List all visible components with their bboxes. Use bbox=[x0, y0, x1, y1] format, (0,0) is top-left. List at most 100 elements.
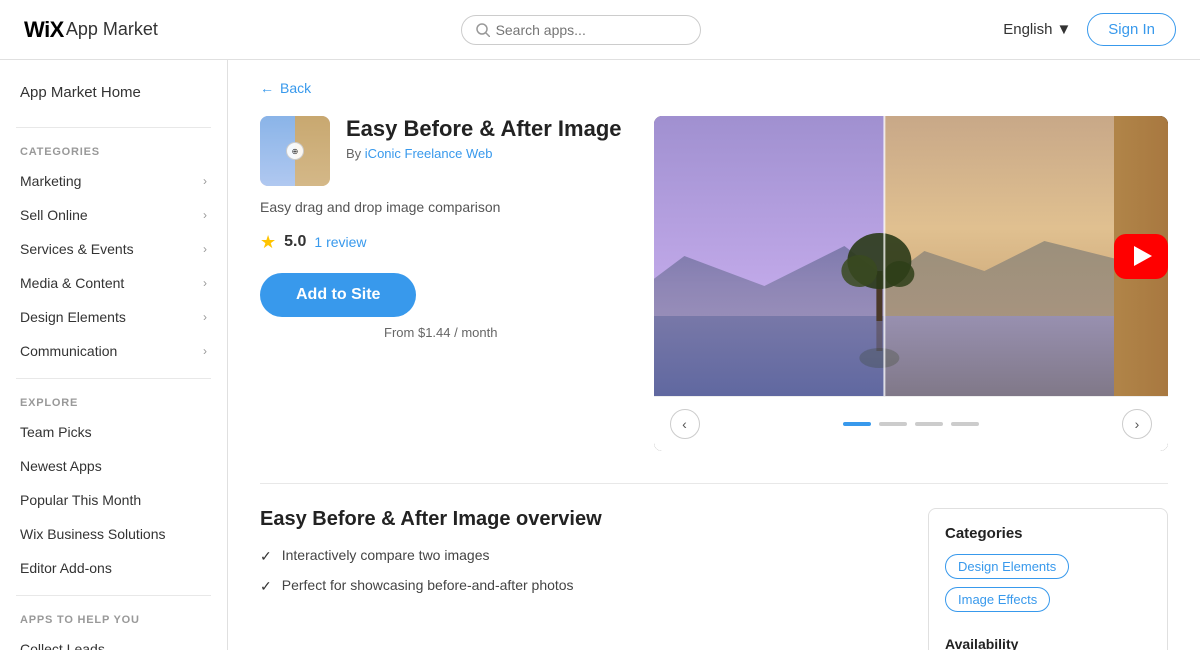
app-description: Easy drag and drop image comparison bbox=[260, 198, 622, 218]
sign-in-button[interactable]: Sign In bbox=[1087, 13, 1176, 46]
video-container: Easy Before & After Image ⋮ bbox=[654, 116, 1168, 451]
feature-text-1: Interactively compare two images bbox=[282, 547, 490, 563]
overview-right: Categories Design Elements Image Effects… bbox=[928, 508, 1168, 650]
add-to-site-button[interactable]: Add to Site bbox=[260, 273, 416, 317]
video-section: Easy Before & After Image ⋮ bbox=[654, 116, 1168, 451]
sidebar-item-label: Collect Leads bbox=[20, 641, 105, 650]
sidebar-item-services-events[interactable]: Services & Events › bbox=[0, 232, 227, 266]
sidebar-item-marketing[interactable]: Marketing › bbox=[0, 164, 227, 198]
sidebar-item-label: Marketing bbox=[20, 173, 81, 189]
overview-title: Easy Before & After Image overview bbox=[260, 508, 896, 531]
app-icon: ⊕ bbox=[260, 116, 330, 186]
developer-link[interactable]: iConic Freelance Web bbox=[365, 146, 493, 161]
sidebar-item-label: Editor Add-ons bbox=[20, 560, 112, 576]
search-icon bbox=[476, 23, 490, 37]
video-thumbnail bbox=[654, 116, 1168, 396]
header: WiX App Market English ▼ Sign In bbox=[0, 0, 1200, 60]
carousel-dots bbox=[843, 422, 979, 426]
sidebar-item-design-elements[interactable]: Design Elements › bbox=[0, 300, 227, 334]
sidebar-item-team-picks[interactable]: Team Picks bbox=[0, 415, 227, 449]
app-by: By iConic Freelance Web bbox=[346, 146, 622, 161]
categories-section-title: CATEGORIES bbox=[0, 138, 227, 164]
carousel-next-button[interactable]: › bbox=[1122, 409, 1152, 439]
availability-title: Availability bbox=[945, 636, 1151, 650]
sidebar-item-label: Popular This Month bbox=[20, 492, 141, 508]
chevron-right-icon: › bbox=[203, 174, 207, 188]
app-title-row: ⊕ Easy Before & After Image By iConic Fr… bbox=[260, 116, 622, 186]
play-button[interactable] bbox=[1114, 234, 1168, 279]
categories-box-title: Categories bbox=[945, 525, 1151, 542]
sidebar-item-editor-addons[interactable]: Editor Add-ons bbox=[0, 551, 227, 585]
carousel-prev-button[interactable]: ‹ bbox=[670, 409, 700, 439]
main-layout: App Market Home CATEGORIES Marketing › S… bbox=[0, 60, 1200, 650]
overview-section: Easy Before & After Image overview ✓ Int… bbox=[260, 508, 1168, 650]
explore-section-title: EXPLORE bbox=[0, 389, 227, 415]
check-icon-1: ✓ bbox=[260, 548, 272, 565]
sidebar-item-media-content[interactable]: Media & Content › bbox=[0, 266, 227, 300]
section-divider bbox=[260, 483, 1168, 484]
sidebar-item-popular-this-month[interactable]: Popular This Month bbox=[0, 483, 227, 517]
main-content: ← Back ⊕ Easy Bef bbox=[228, 60, 1200, 650]
sidebar-item-label: Newest Apps bbox=[20, 458, 102, 474]
sidebar-item-wix-business-solutions[interactable]: Wix Business Solutions bbox=[0, 517, 227, 551]
back-label: Back bbox=[280, 80, 311, 96]
language-label: English bbox=[1003, 21, 1052, 38]
price-label: From $1.44 / month bbox=[260, 325, 622, 340]
app-icon-circle: ⊕ bbox=[286, 142, 304, 160]
sidebar-home[interactable]: App Market Home bbox=[0, 76, 227, 117]
sidebar-item-label: Team Picks bbox=[20, 424, 92, 440]
search-input[interactable] bbox=[496, 22, 686, 38]
chevron-right-icon: › bbox=[203, 208, 207, 222]
sidebar-item-newest-apps[interactable]: Newest Apps bbox=[0, 449, 227, 483]
feature-item-2: ✓ Perfect for showcasing before-and-afte… bbox=[260, 577, 896, 595]
app-name-dev: Easy Before & After Image By iConic Free… bbox=[346, 116, 622, 169]
sidebar-divider-3 bbox=[16, 595, 211, 596]
sidebar-item-label: Sell Online bbox=[20, 207, 88, 223]
sidebar-item-sell-online[interactable]: Sell Online › bbox=[0, 198, 227, 232]
chevron-right-icon: › bbox=[203, 242, 207, 256]
app-name: Easy Before & After Image bbox=[346, 116, 622, 142]
carousel-dot-2[interactable] bbox=[879, 422, 907, 426]
feature-item-1: ✓ Interactively compare two images bbox=[260, 547, 896, 565]
feature-text-2: Perfect for showcasing before-and-after … bbox=[282, 577, 574, 593]
logo-wix: WiX bbox=[24, 17, 64, 43]
sidebar-item-label: Design Elements bbox=[20, 309, 126, 325]
rating-number: 5.0 bbox=[284, 233, 306, 251]
review-link[interactable]: 1 review bbox=[314, 234, 366, 250]
carousel-dot-1[interactable] bbox=[843, 422, 871, 426]
sidebar: App Market Home CATEGORIES Marketing › S… bbox=[0, 60, 228, 650]
search-box[interactable] bbox=[461, 15, 701, 45]
chevron-right-icon: › bbox=[203, 276, 207, 290]
sidebar-item-label: Services & Events bbox=[20, 241, 134, 257]
carousel-dot-3[interactable] bbox=[915, 422, 943, 426]
back-arrow-icon: ← bbox=[260, 80, 274, 96]
by-label: By bbox=[346, 146, 361, 161]
app-icon-inner: ⊕ bbox=[260, 116, 330, 186]
category-tag-design-elements[interactable]: Design Elements bbox=[945, 554, 1069, 579]
apps-to-help-section-title: APPS TO HELP YOU bbox=[0, 606, 227, 632]
app-header-section: ⊕ Easy Before & After Image By iConic Fr… bbox=[260, 116, 1168, 451]
categories-box: Categories Design Elements Image Effects… bbox=[928, 508, 1168, 650]
language-selector[interactable]: English ▼ bbox=[1003, 21, 1071, 38]
sidebar-item-label: Wix Business Solutions bbox=[20, 526, 166, 542]
sidebar-item-label: Communication bbox=[20, 343, 117, 359]
chevron-down-icon: ▼ bbox=[1056, 21, 1071, 38]
chevron-right-icon: › bbox=[203, 344, 207, 358]
check-icon-2: ✓ bbox=[260, 578, 272, 595]
play-triangle-icon bbox=[1134, 246, 1152, 266]
sidebar-item-label: Media & Content bbox=[20, 275, 124, 291]
sidebar-item-collect-leads[interactable]: Collect Leads bbox=[0, 632, 227, 650]
app-info-left: ⊕ Easy Before & After Image By iConic Fr… bbox=[260, 116, 622, 451]
logo-app-market: App Market bbox=[66, 19, 158, 40]
sidebar-divider-2 bbox=[16, 378, 211, 379]
carousel-dot-4[interactable] bbox=[951, 422, 979, 426]
overview-left: Easy Before & After Image overview ✓ Int… bbox=[260, 508, 896, 650]
category-tag-image-effects[interactable]: Image Effects bbox=[945, 587, 1050, 612]
rating-row: ★ 5.0 1 review bbox=[260, 232, 622, 253]
video-scene-svg bbox=[654, 116, 1115, 396]
sidebar-item-communication[interactable]: Communication › bbox=[0, 334, 227, 368]
back-link[interactable]: ← Back bbox=[260, 80, 1168, 96]
header-search-area bbox=[158, 15, 1003, 45]
star-icon: ★ bbox=[260, 232, 276, 253]
chevron-right-icon: › bbox=[203, 310, 207, 324]
